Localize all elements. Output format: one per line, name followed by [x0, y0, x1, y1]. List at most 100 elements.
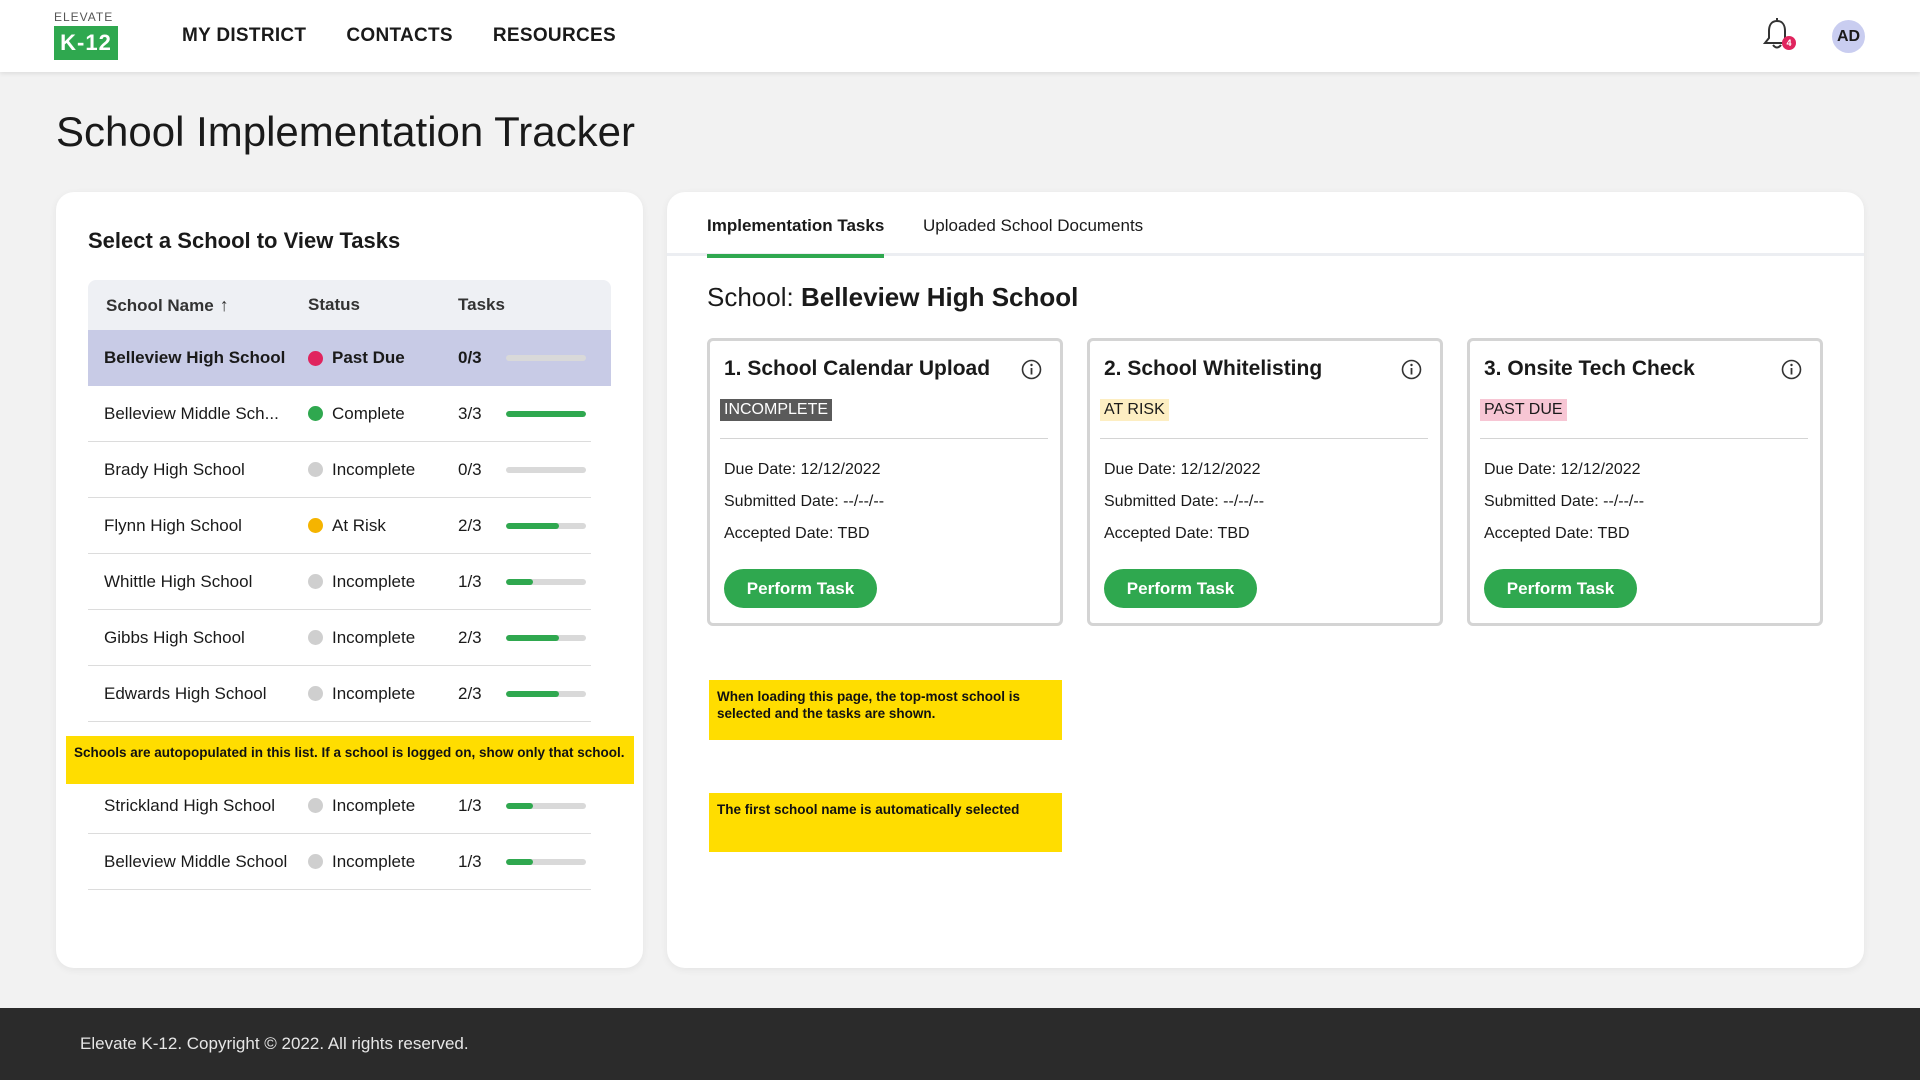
perform-task-button[interactable]: Perform Task: [1104, 569, 1257, 608]
tasks-count-cell: 3/3: [458, 403, 482, 423]
accepted-date: Accepted Date: TBD: [1104, 525, 1250, 542]
tasks-panel: Implementation Tasks Uploaded School Doc…: [667, 192, 1864, 968]
status-cell: Incomplete: [308, 684, 458, 704]
annotation-note-page-load: When loading this page, the top-most sch…: [709, 680, 1062, 740]
due-date: Due Date: 12/12/2022: [1484, 461, 1641, 478]
submitted-date: Submitted Date: --/--/--: [724, 493, 885, 510]
logo-badge: K-12: [54, 26, 118, 60]
tasks-progress-bar: [506, 355, 586, 361]
status-dot-icon: [308, 798, 323, 813]
school-name-cell: Whittle High School: [104, 571, 253, 591]
page-title: School Implementation Tracker: [56, 108, 635, 155]
tasks-progress-bar: [506, 410, 586, 417]
tasks-count-cell: 1/3: [458, 571, 482, 591]
school-name-cell: Gibbs High School: [104, 627, 245, 647]
task-status-badge: INCOMPLETE: [720, 399, 833, 421]
status-dot-icon: [308, 574, 323, 589]
tasks-progress-fill: [506, 634, 560, 641]
status-dot-icon: [308, 350, 323, 366]
task-card: 2. School Whitelisting AT RISK Due Date: 1…: [1087, 338, 1443, 626]
task-title: 3. Onsite Tech Check: [1484, 357, 1695, 380]
status-dot-icon: [308, 854, 323, 869]
table-row[interactable]: Whittle High School Incomplete 1/3: [88, 554, 591, 610]
status-label: Past Due: [332, 348, 405, 367]
tasks-progress-fill: [506, 578, 533, 585]
status-dot-icon: [308, 406, 323, 421]
column-header-status: Status: [308, 295, 360, 314]
tasks-progress-fill: [506, 690, 560, 697]
notification-count-badge: 4: [1782, 36, 1796, 50]
notifications-bell-icon[interactable]: 4: [1762, 18, 1796, 54]
table-row[interactable]: Belleview Middle Sch... Complete 3/3: [88, 386, 591, 442]
tasks-progress-bar: [506, 578, 586, 585]
table-row[interactable]: Belleview High School Past Due 0/3: [88, 330, 611, 386]
nav-resources[interactable]: RESOURCES: [493, 25, 616, 47]
task-status-badge: PAST DUE: [1480, 399, 1567, 421]
card-divider: [1480, 438, 1808, 439]
school-table: School Name ↑ Status Tasks Belleview High…: [88, 280, 611, 890]
task-card: 3. Onsite Tech Check PAST DUE Due Date: 12…: [1467, 338, 1823, 626]
accepted-date: Accepted Date: TBD: [724, 525, 870, 542]
tasks-progress-bar: [506, 802, 586, 809]
card-divider: [1100, 438, 1428, 439]
nav-my-district[interactable]: MY DISTRICT: [182, 25, 306, 47]
card-divider: [720, 438, 1048, 439]
task-title: 1. School Calendar Upload: [724, 357, 991, 380]
submitted-date: Submitted Date: --/--/--: [1484, 493, 1645, 510]
tasks-count-cell: 2/3: [458, 683, 482, 703]
column-header-school-name[interactable]: School Name ↑: [88, 295, 308, 316]
table-row[interactable]: Gibbs High School Incomplete 2/3: [88, 610, 591, 666]
status-label: Complete: [332, 403, 405, 423]
school-name-cell: Edwards High School: [104, 683, 267, 703]
submitted-date: Submitted Date: --/--/--: [1104, 493, 1265, 510]
user-avatar[interactable]: AD: [1832, 20, 1865, 53]
tasks-count-cell: 1/3: [458, 795, 482, 815]
status-label: Incomplete: [332, 459, 416, 479]
tasks-progress-fill: [506, 522, 560, 529]
info-icon[interactable]: [1781, 359, 1802, 380]
school-name-cell: Flynn High School: [104, 515, 242, 535]
status-dot-icon: [308, 630, 323, 645]
status-label: Incomplete: [332, 627, 416, 647]
table-row[interactable]: Strickland High School Incomplete 1/3: [88, 778, 591, 834]
status-dot-icon: [308, 462, 323, 477]
task-status-badge: AT RISK: [1100, 399, 1169, 421]
copyright-text: Elevate K-12. Copyright © 2022. All righ…: [80, 1034, 469, 1053]
table-row[interactable]: Brady High School Incomplete 0/3: [88, 442, 591, 498]
status-dot-icon: [308, 686, 323, 701]
nav-contacts[interactable]: CONTACTS: [346, 25, 453, 47]
tasks-progress-fill: [506, 858, 533, 865]
table-body: Belleview High School Past Due 0/3 Bellevie…: [88, 330, 611, 890]
top-navigation-bar: ELEVATE K-12 MY DISTRICT CONTACTS RESOUR…: [0, 0, 1920, 72]
due-date: Due Date: 12/12/2022: [1104, 461, 1261, 478]
perform-task-button[interactable]: Perform Task: [724, 569, 877, 608]
status-cell: Incomplete: [308, 460, 458, 480]
school-label: School:: [707, 282, 794, 312]
table-row[interactable]: Belleview Middle School Incomplete 1/3: [88, 834, 591, 890]
tasks-progress-bar: [506, 858, 586, 865]
tasks-count-cell: 2/3: [458, 515, 482, 535]
tab-uploaded-school-documents[interactable]: Uploaded School Documents: [923, 216, 1143, 254]
info-icon[interactable]: [1401, 359, 1422, 380]
status-cell: Complete: [308, 404, 458, 424]
status-label: Incomplete: [332, 571, 416, 591]
table-row[interactable]: Flynn High School At Risk 2/3: [88, 498, 591, 554]
info-icon[interactable]: [1021, 359, 1042, 380]
status-label: Incomplete: [332, 683, 416, 703]
elevate-k12-logo[interactable]: ELEVATE K-12: [54, 10, 120, 62]
sort-ascending-icon[interactable]: ↑: [220, 295, 229, 315]
status-cell: Incomplete: [308, 628, 458, 648]
perform-task-button[interactable]: Perform Task: [1484, 569, 1637, 608]
logo-wordmark: ELEVATE: [54, 10, 114, 24]
status-dot-icon: [308, 518, 323, 533]
school-list-title: Select a School to View Tasks: [88, 228, 401, 253]
status-cell: Incomplete: [308, 852, 458, 872]
tasks-progress-bar: [506, 466, 586, 473]
table-row[interactable]: Edwards High School Incomplete 2/3: [88, 666, 591, 722]
school-name-cell: Belleview Middle Sch...: [104, 403, 279, 423]
tab-implementation-tasks[interactable]: Implementation Tasks: [707, 216, 885, 258]
annotation-note-school-list: Schools are autopopulated in this list. …: [66, 736, 634, 784]
school-name-cell: Brady High School: [104, 459, 245, 479]
school-name-cell: Belleview High School: [104, 348, 286, 367]
tasks-progress-bar: [506, 634, 586, 641]
